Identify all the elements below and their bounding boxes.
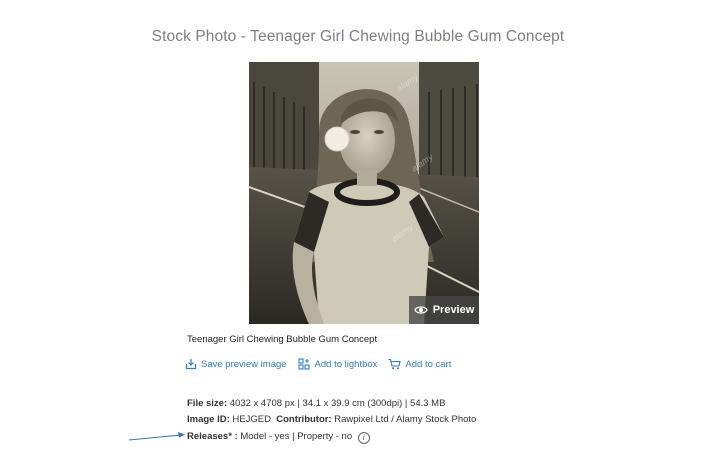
image-caption: Teenager Girl Chewing Bubble Gum Concept bbox=[187, 334, 378, 345]
releases-value: Model - yes | Property - no bbox=[240, 431, 353, 442]
add-to-cart-button[interactable]: Add to cart bbox=[388, 358, 451, 370]
annotation-arrow bbox=[128, 432, 185, 441]
image-id-row: Image ID: HEJGED Contributor: Rawpixel L… bbox=[187, 414, 476, 425]
cart-icon bbox=[388, 358, 402, 370]
image-id-value: HEJGED bbox=[232, 414, 271, 425]
file-size-value: 4032 x 4708 px | 34.1 x 39.9 cm (300dpi)… bbox=[229, 398, 446, 409]
add-to-lightbox-button[interactable]: Add to lightbox bbox=[297, 358, 378, 370]
preview-label: Preview bbox=[432, 304, 475, 316]
add-to-cart-label: Add to cart bbox=[405, 358, 452, 370]
image-id-label: Image ID: bbox=[187, 414, 230, 425]
photo-image: alamy alamy alamy bbox=[249, 62, 479, 324]
contributor-value: Rawpixel Ltd / Alamy Stock Photo bbox=[334, 414, 477, 425]
releases-label: Releases* : bbox=[187, 431, 238, 442]
preview-button[interactable]: Preview bbox=[409, 296, 479, 324]
save-preview-button[interactable]: Save preview image bbox=[185, 358, 287, 370]
page-title: Stock Photo - Teenager Girl Chewing Bubb… bbox=[151, 28, 565, 45]
releases-row: Releases* : Model - yes | Property - no … bbox=[187, 431, 370, 444]
file-size-row: File size: 4032 x 4708 px | 34.1 x 39.9 … bbox=[187, 398, 445, 409]
action-bar: Save preview image Add to lightbox Add t… bbox=[185, 358, 451, 370]
save-preview-label: Save preview image bbox=[201, 358, 287, 370]
lightbox-icon bbox=[297, 358, 310, 370]
add-to-lightbox-label: Add to lightbox bbox=[314, 358, 378, 370]
download-icon bbox=[185, 359, 197, 370]
eye-icon bbox=[413, 306, 428, 314]
contributor-label: Contributor: bbox=[276, 414, 332, 425]
info-icon[interactable]: i bbox=[357, 432, 370, 444]
file-size-label: File size: bbox=[187, 398, 228, 409]
stock-photo[interactable]: alamy alamy alamy Preview bbox=[249, 62, 479, 324]
